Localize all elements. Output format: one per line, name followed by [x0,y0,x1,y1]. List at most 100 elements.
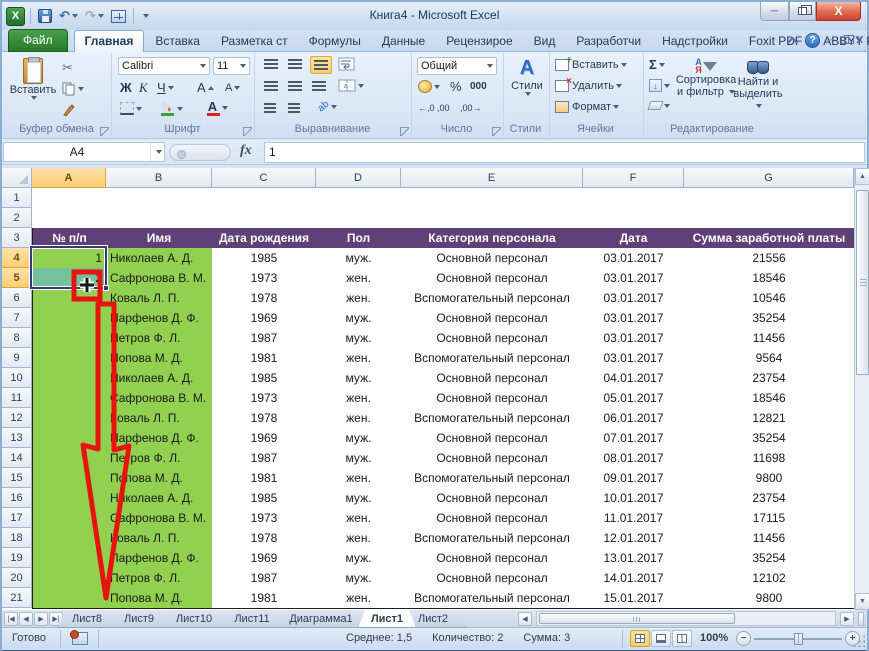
cell-B16[interactable]: Николаев А. Д. [106,488,213,509]
select-all-corner[interactable] [2,168,32,188]
horizontal-scrollbar[interactable] [536,611,836,626]
name-box[interactable]: A4 [3,142,165,162]
fill-button[interactable]: ↓ [649,79,670,92]
scroll-up-button[interactable]: ▲ [855,168,869,185]
cell-C2[interactable] [212,208,317,229]
cell-G5[interactable]: 18546 [684,268,854,289]
row-header-1[interactable]: 1 [2,188,32,208]
maximize-button[interactable] [789,2,816,21]
cell-E21[interactable]: Вспомогательный персонал [401,588,584,609]
comma-style-button[interactable]: 000 [470,81,487,92]
cell-F12[interactable]: 06.01.2017 [583,408,685,429]
cell-A8[interactable] [32,328,107,349]
row-header-21[interactable]: 21 [2,588,32,608]
column-header-A[interactable]: A [32,168,106,188]
align-top-button[interactable] [264,59,278,69]
cell-F18[interactable]: 12.01.2017 [583,528,685,549]
tab-Формулы[interactable]: Формулы [299,31,371,52]
cell-B1[interactable] [106,188,213,209]
cell-G21[interactable]: 9800 [684,588,854,609]
cell-G4[interactable]: 21556 [684,248,854,269]
cell-B18[interactable]: Коваль Л. П. [106,528,213,549]
column-header-E[interactable]: E [401,168,583,188]
tab-Вставка[interactable]: Вставка [145,31,210,52]
row-header-13[interactable]: 13 [2,428,32,448]
cell-B21[interactable]: Попова М. Д. [106,588,213,609]
cell-D13[interactable]: муж. [316,428,402,449]
cell-B17[interactable]: Сафронова В. М. [106,508,213,529]
row-header-16[interactable]: 16 [2,488,32,508]
cell-C12[interactable]: 1978 [212,408,317,429]
cell-A16[interactable] [32,488,107,509]
align-left-button[interactable] [264,81,278,91]
tab-Вид[interactable]: Вид [524,31,566,52]
cell-A1[interactable] [32,188,107,209]
row-header-14[interactable]: 14 [2,448,32,468]
cell-C14[interactable]: 1987 [212,448,317,469]
tab-Данные[interactable]: Данные [372,31,435,52]
cell-D19[interactable]: муж. [316,548,402,569]
cell-A9[interactable] [32,348,107,369]
cell-G1[interactable] [684,188,854,209]
borders-button[interactable] [120,102,142,115]
row-header-18[interactable]: 18 [2,528,32,548]
cell-E18[interactable]: Вспомогательный персонал [401,528,584,549]
cell-E3[interactable]: Категория персонала [401,228,584,249]
row-header-2[interactable]: 2 [2,208,32,228]
cell-F9[interactable]: 03.01.2017 [583,348,685,369]
hscroll-left-button[interactable]: ◀ [518,612,532,626]
cell-D1[interactable] [316,188,402,209]
cell-B11[interactable]: Сафронова В. М. [106,388,213,409]
cell-C5[interactable]: 1973 [212,268,317,289]
cell-F4[interactable]: 03.01.2017 [583,248,685,269]
cell-F19[interactable]: 13.01.2017 [583,548,685,569]
scroll-down-button[interactable]: ▼ [855,593,869,610]
sheet-tab-Лист2[interactable]: Лист2 [410,610,456,628]
cell-B8[interactable]: Петров Ф. Л. [106,328,213,349]
page-layout-view-button[interactable] [651,630,671,647]
align-bottom-button[interactable] [310,56,332,74]
cell-D8[interactable]: муж. [316,328,402,349]
cell-E10[interactable]: Основной персонал [401,368,584,389]
cell-F5[interactable]: 03.01.2017 [583,268,685,289]
cell-E9[interactable]: Вспомогательный персонал [401,348,584,369]
cell-G16[interactable]: 23754 [684,488,854,509]
prev-sheet-button[interactable]: ◀ [19,612,33,626]
cell-B6[interactable]: Коваль Л. П. [106,288,213,309]
cell-F15[interactable]: 09.01.2017 [583,468,685,489]
cell-E17[interactable]: Основной персонал [401,508,584,529]
dialog-launcher-icon[interactable] [243,127,252,136]
cell-B5[interactable]: Сафронова В. М. [106,268,213,289]
column-header-F[interactable]: F [583,168,684,188]
cell-D14[interactable]: муж. [316,448,402,469]
cell-B15[interactable]: Попова М. Д. [106,468,213,489]
cell-A17[interactable] [32,508,107,529]
cell-A21[interactable] [32,588,107,609]
cut-button[interactable]: ✂ [62,58,84,78]
cell-D10[interactable]: муж. [316,368,402,389]
clear-button[interactable] [649,101,670,110]
styles-button[interactable]: А Стили [508,57,546,117]
cell-B20[interactable]: Петров Ф. Л. [106,568,213,589]
cell-A12[interactable] [32,408,107,429]
cell-E7[interactable]: Основной персонал [401,308,584,329]
sheet-tab-Лист11[interactable]: Лист11 [220,610,284,628]
cell-D7[interactable]: муж. [316,308,402,329]
cell-C21[interactable]: 1981 [212,588,317,609]
zoom-out-button[interactable]: − [736,631,751,646]
cell-F7[interactable]: 03.01.2017 [583,308,685,329]
cell-D16[interactable]: муж. [316,488,402,509]
cell-E12[interactable]: Вспомогательный персонал [401,408,584,429]
cell-E6[interactable]: Вспомогательный персонал [401,288,584,309]
cell-G2[interactable] [684,208,854,229]
zoom-thumb[interactable] [794,633,803,645]
cell-D21[interactable]: жен. [316,588,402,609]
sheet-tab-Лист10[interactable]: Лист10 [162,610,226,628]
cell-G18[interactable]: 11456 [684,528,854,549]
cell-A15[interactable] [32,468,107,489]
cell-F6[interactable]: 03.01.2017 [583,288,685,309]
cell-E5[interactable]: Основной персонал [401,268,584,289]
cell-D20[interactable]: муж. [316,568,402,589]
cell-A20[interactable] [32,568,107,589]
workbook-minimize-icon[interactable]: ─ [827,35,834,46]
